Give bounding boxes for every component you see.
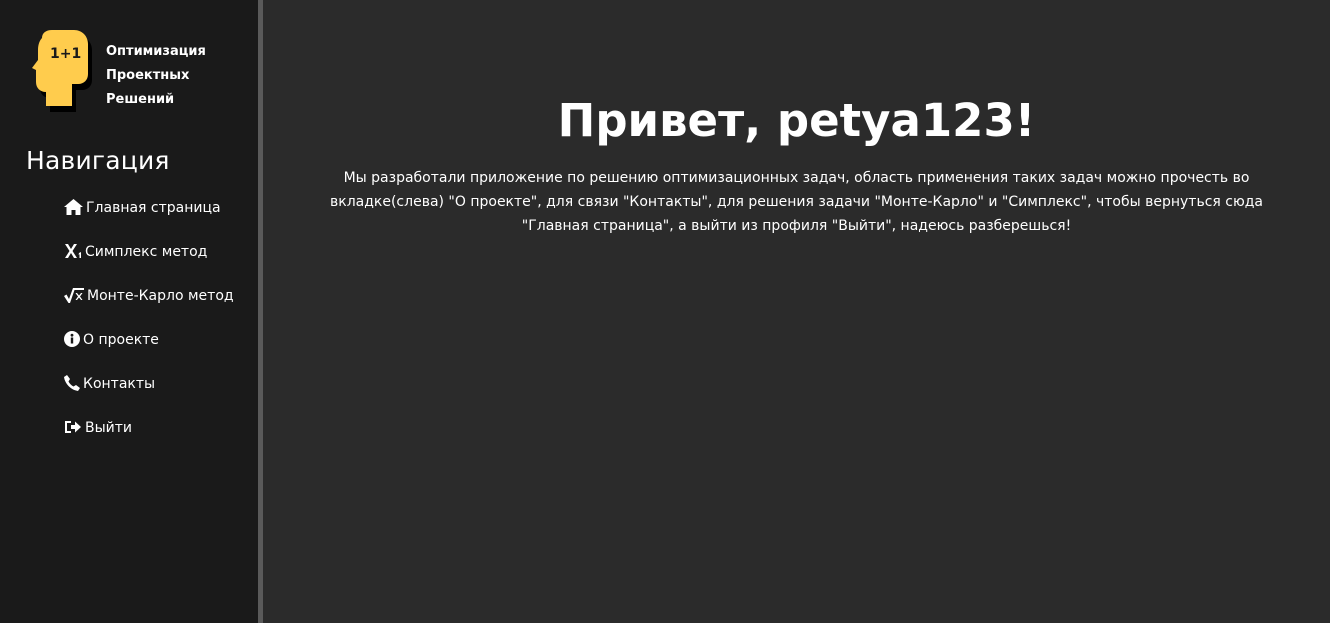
logo-text: 1+1 <box>50 46 81 62</box>
brand-title-line: Оптимизация <box>106 44 206 59</box>
sidebar-item-simplex[interactable]: Симплекс метод <box>64 240 234 264</box>
sign-out-icon <box>64 419 82 435</box>
intro-text: Мы разработали приложение по решению опт… <box>329 170 1264 234</box>
sidebar-item-label: Выйти <box>85 420 133 436</box>
brand-title-line: Проектных <box>106 68 190 83</box>
sidebar-item-label: Контакты <box>83 376 156 392</box>
page-title: Привет, petya123! <box>557 94 1036 147</box>
sidebar-item-contacts[interactable]: Контакты <box>64 372 234 396</box>
brand-title: Оптимизация Проектных Решений <box>106 40 226 112</box>
sidebar-item-monte-carlo[interactable]: Монте-Карло метод <box>64 284 234 308</box>
subscript-x-icon <box>64 243 82 259</box>
head-logo-icon: 1+1 <box>32 30 98 112</box>
sidebar-item-label: Главная страница <box>86 200 221 216</box>
sidebar-item-label: Симплекс метод <box>85 244 208 260</box>
phone-icon <box>64 375 80 391</box>
home-icon <box>64 199 83 215</box>
info-icon <box>64 331 80 347</box>
brand[interactable]: 1+1 Оптимизация Проектных Решений <box>32 30 226 112</box>
square-root-icon <box>64 287 84 303</box>
sidebar-item-about[interactable]: О проекте <box>64 328 234 352</box>
nav-heading: Навигация <box>26 146 170 175</box>
app-root: 1+1 Оптимизация Проектных Решений Навига… <box>0 0 1330 623</box>
nav-list: Главная страница Симплекс метод Монте-Ка… <box>64 196 234 460</box>
sidebar: 1+1 Оптимизация Проектных Решений Навига… <box>0 0 258 623</box>
sidebar-item-logout[interactable]: Выйти <box>64 416 234 440</box>
main-content: Привет, petya123! Мы разработали приложе… <box>263 0 1330 623</box>
brand-title-line: Решений <box>106 92 175 107</box>
sidebar-item-home[interactable]: Главная страница <box>64 196 234 220</box>
sidebar-item-label: Монте-Карло метод <box>87 288 234 304</box>
sidebar-item-label: О проекте <box>83 332 159 348</box>
